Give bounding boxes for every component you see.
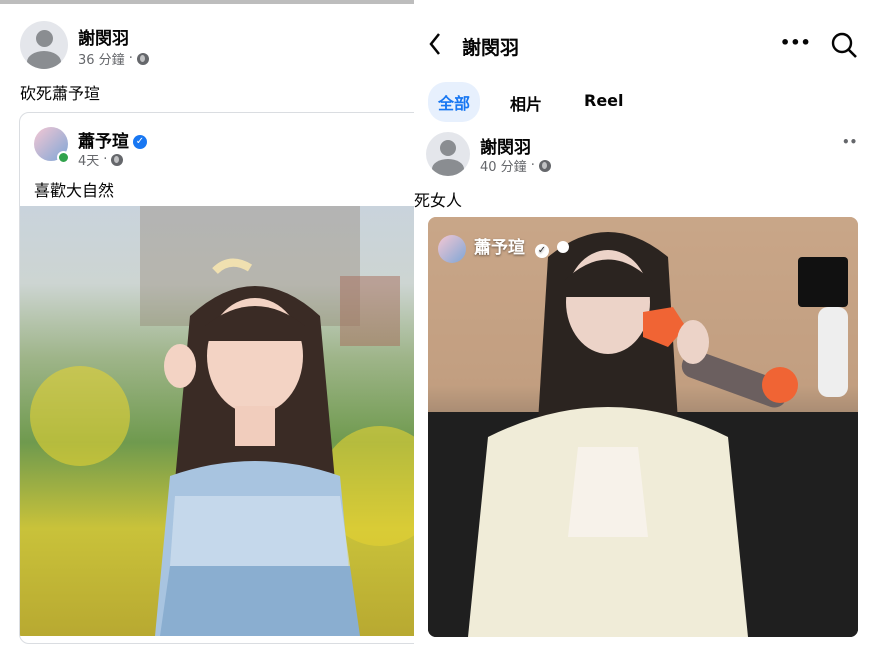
header-title: 謝閔羽 — [462, 37, 520, 59]
chevron-left-icon — [429, 33, 440, 55]
tab-reels[interactable]: Reel — [584, 91, 624, 110]
author-name[interactable]: 謝閔羽 — [78, 24, 129, 49]
post-meta: 36 分鐘 · — [78, 49, 149, 68]
meta-dot: · — [103, 152, 108, 167]
top-divider — [0, 0, 414, 4]
tab-all[interactable]: 全部 — [428, 82, 481, 122]
shared-author-name-row[interactable]: 蕭予瑄 ✓ — [78, 127, 147, 152]
post-author-name[interactable]: 謝閔羽 — [480, 133, 531, 158]
more-icon: ••• — [780, 33, 811, 52]
reel-author-avatar[interactable] — [438, 235, 466, 263]
author-avatar[interactable] — [20, 21, 68, 69]
globe-icon — [556, 241, 569, 253]
post-text: 砍死蕭予瑄 — [20, 84, 101, 103]
search-icon — [831, 32, 857, 58]
reel-author-name[interactable]: 蕭予瑄 — [474, 238, 525, 258]
post-author-avatar[interactable] — [426, 132, 470, 176]
right-screenshot: 謝閔羽 ••• 全部 相片 Reel 謝閔羽 40 分鐘 · •• 死女人 蕭予… — [414, 0, 870, 658]
globe-icon — [111, 153, 124, 166]
meta-dot: · — [530, 158, 535, 173]
tab-photos[interactable]: 相片 — [510, 91, 542, 115]
left-screenshot: 謝閔羽 36 分鐘 · 砍死蕭予瑄 蕭予瑄 ✓ 4天 · 喜歡大自然 — [0, 0, 414, 658]
shared-post-card[interactable]: 蕭予瑄 ✓ 4天 · 喜歡大自然 — [19, 112, 414, 644]
post-text: 死女人 — [414, 191, 463, 210]
reel-author-row[interactable]: 蕭予瑄 ✓ — [474, 233, 569, 258]
shared-author-name[interactable]: 蕭予瑄 — [78, 132, 129, 152]
shared-post-time: 4天 — [78, 154, 100, 169]
post-time: 36 分鐘 — [78, 53, 125, 68]
globe-icon — [136, 52, 149, 65]
photo-illustration — [30, 206, 414, 636]
video-frame-illustration — [428, 217, 858, 637]
reel-video[interactable]: 蕭予瑄 ✓ — [428, 217, 858, 637]
search-button[interactable] — [830, 31, 858, 63]
verified-icon: ✓ — [133, 135, 147, 149]
shared-post-text: 喜歡大自然 — [34, 181, 115, 200]
more-options-button[interactable]: ••• — [780, 33, 811, 52]
meta-dot: · — [128, 51, 133, 66]
post-meta: 40 分鐘 · — [480, 156, 551, 175]
back-button[interactable] — [428, 32, 442, 60]
more-icon: •• — [842, 135, 858, 149]
shared-post-meta: 4天 · — [78, 150, 124, 169]
online-indicator — [57, 151, 70, 164]
post-more-button[interactable]: •• — [842, 135, 857, 149]
shared-post-photo[interactable] — [20, 206, 414, 636]
verified-icon: ✓ — [534, 244, 549, 258]
globe-icon — [538, 159, 551, 172]
post-time: 40 分鐘 — [480, 160, 527, 175]
